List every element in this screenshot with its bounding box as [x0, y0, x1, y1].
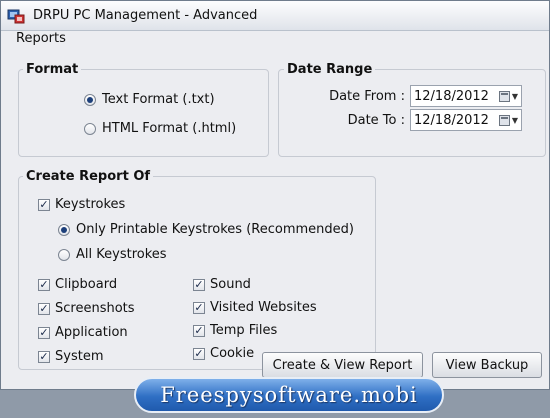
calendar-icon[interactable]: [498, 90, 510, 102]
window-title: DRPU PC Management - Advanced: [33, 8, 258, 23]
radio-indicator[interactable]: [84, 122, 96, 135]
all-keystrokes-radio[interactable]: All Keystrokes: [58, 247, 167, 262]
date-to-picker[interactable]: 12/18/2012 ▼: [410, 109, 522, 131]
radio-indicator[interactable]: [58, 223, 70, 236]
checkbox-indicator[interactable]: ✓: [38, 302, 50, 315]
dropdown-arrow-icon[interactable]: ▼: [512, 92, 518, 101]
application-checkbox[interactable]: ✓ Application: [38, 325, 128, 340]
html-format-radio[interactable]: HTML Format (.html): [84, 121, 236, 136]
printable-keystrokes-radio[interactable]: Only Printable Keystrokes (Recommended): [58, 222, 354, 237]
dropdown-arrow-icon[interactable]: ▼: [512, 116, 518, 125]
create-report-group-title: Create Report Of: [23, 169, 154, 184]
calendar-icon[interactable]: [498, 114, 510, 126]
date-to-label: Date To :: [347, 113, 405, 128]
reports-section-label: Reports: [16, 31, 66, 46]
website-banner: Freespysoftware.mobi: [134, 377, 444, 413]
date-range-group-title: Date Range: [284, 62, 376, 77]
cookie-checkbox[interactable]: ✓ Cookie: [193, 346, 254, 361]
application-label: Application: [55, 325, 128, 340]
temp-files-checkbox[interactable]: ✓ Temp Files: [193, 323, 277, 338]
all-keystrokes-label: All Keystrokes: [76, 247, 167, 262]
temp-files-label: Temp Files: [210, 323, 278, 338]
radio-indicator[interactable]: [58, 248, 70, 261]
date-from-label: Date From :: [329, 89, 405, 104]
main-window: DRPU PC Management - Advanced Reports Fo…: [0, 0, 550, 390]
keystrokes-checkbox[interactable]: ✓ Keystrokes: [38, 197, 125, 212]
checkbox-indicator[interactable]: ✓: [38, 326, 50, 339]
text-format-radio[interactable]: Text Format (.txt): [84, 92, 215, 107]
checkbox-indicator[interactable]: ✓: [193, 324, 205, 337]
checkbox-indicator[interactable]: ✓: [38, 278, 50, 291]
sound-checkbox[interactable]: ✓ Sound: [193, 277, 251, 292]
cookie-label: Cookie: [210, 346, 255, 361]
system-label: System: [55, 349, 104, 364]
html-format-label: HTML Format (.html): [102, 121, 237, 136]
visited-websites-label: Visited Websites: [210, 300, 317, 315]
checkbox-indicator[interactable]: ✓: [193, 301, 205, 314]
checkbox-indicator[interactable]: ✓: [193, 347, 205, 360]
view-backup-button[interactable]: View Backup: [432, 352, 542, 378]
text-format-label: Text Format (.txt): [102, 92, 215, 107]
date-from-value: 12/18/2012: [414, 88, 489, 104]
screenshots-label: Screenshots: [55, 301, 135, 316]
radio-indicator[interactable]: [84, 93, 96, 106]
keystrokes-label: Keystrokes: [55, 197, 126, 212]
clipboard-label: Clipboard: [55, 277, 118, 292]
checkbox-indicator[interactable]: ✓: [193, 278, 205, 291]
date-to-value: 12/18/2012: [414, 112, 489, 128]
screenshots-checkbox[interactable]: ✓ Screenshots: [38, 301, 135, 316]
app-logo-icon: [7, 9, 25, 24]
format-group-title: Format: [23, 62, 82, 77]
create-view-report-button[interactable]: Create & View Report: [262, 352, 423, 378]
checkbox-indicator[interactable]: ✓: [38, 350, 50, 363]
clipboard-checkbox[interactable]: ✓ Clipboard: [38, 277, 117, 292]
date-from-picker[interactable]: 12/18/2012 ▼: [410, 85, 522, 107]
visited-websites-checkbox[interactable]: ✓ Visited Websites: [193, 300, 317, 315]
system-checkbox[interactable]: ✓ System: [38, 349, 103, 364]
title-bar: DRPU PC Management - Advanced: [1, 1, 549, 31]
format-group: [18, 69, 269, 157]
checkbox-indicator[interactable]: ✓: [38, 198, 50, 211]
sound-label: Sound: [210, 277, 251, 292]
printable-keystrokes-label: Only Printable Keystrokes (Recommended): [76, 222, 354, 237]
